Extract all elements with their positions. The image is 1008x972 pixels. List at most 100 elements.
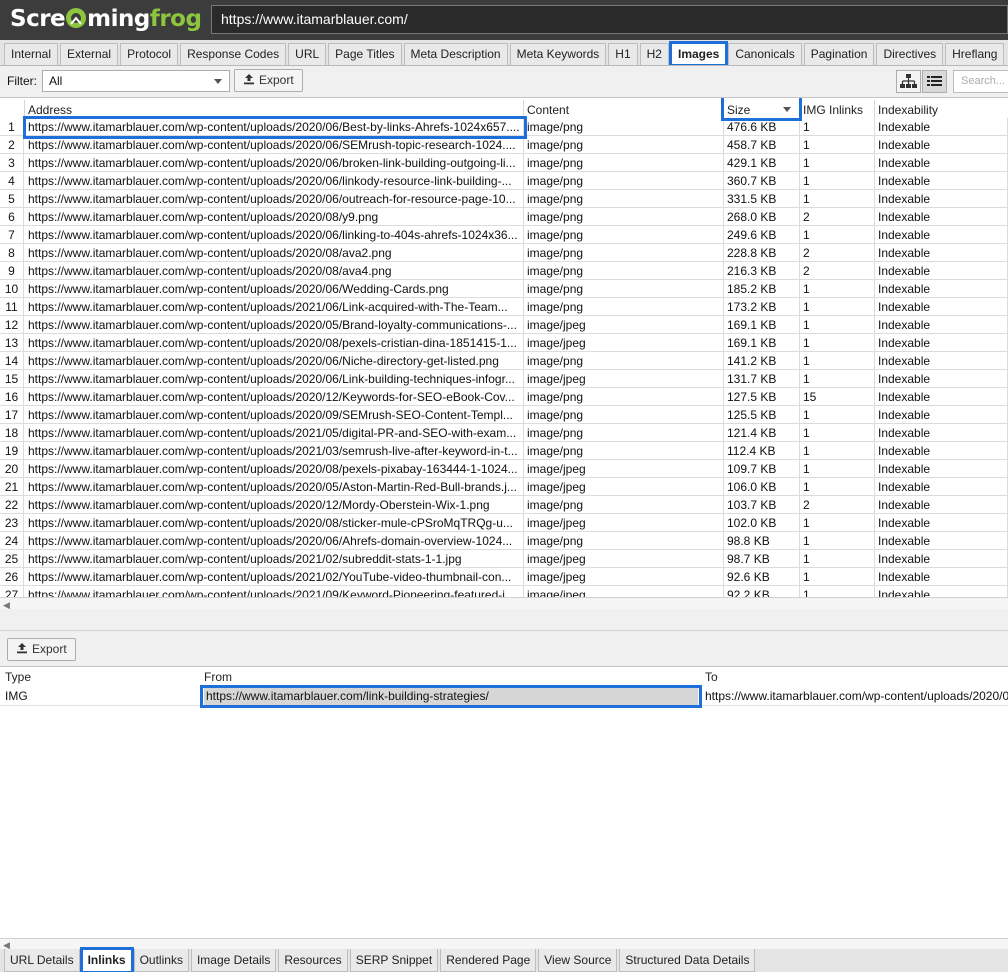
table-row[interactable]: 17 https://www.itamarblauer.com/wp-conten… xyxy=(0,406,1008,424)
table-row[interactable]: 9 https://www.itamarblauer.com/wp-content… xyxy=(0,262,1008,280)
address-cell: https://www.itamarblauer.com/wp-content/… xyxy=(25,190,524,208)
table-row[interactable]: 20 https://www.itamarblauer.com/wp-conten… xyxy=(0,460,1008,478)
tab-h1[interactable]: H1 xyxy=(608,43,638,65)
indexability-cell: Indexable xyxy=(875,226,1008,244)
size-cell: 109.7 KB xyxy=(724,460,800,478)
table-row[interactable]: 24 https://www.itamarblauer.com/wp-conten… xyxy=(0,532,1008,550)
table-row[interactable]: 1 https://www.itamarblauer.com/wp-content… xyxy=(0,118,1008,136)
tab-canonicals[interactable]: Canonicals xyxy=(728,43,802,65)
bottom-tab-rendered-page[interactable]: Rendered Page xyxy=(440,949,537,972)
tab-meta-keywords[interactable]: Meta Keywords xyxy=(509,43,607,65)
column-header-indexability[interactable]: Indexability xyxy=(875,100,1008,118)
table-row[interactable]: 8 https://www.itamarblauer.com/wp-content… xyxy=(0,244,1008,262)
table-row[interactable]: 23 https://www.itamarblauer.com/wp-conten… xyxy=(0,514,1008,532)
column-header-size[interactable]: Size xyxy=(724,100,800,118)
size-cell: 185.2 KB xyxy=(724,280,800,298)
address-cell: https://www.itamarblauer.com/wp-content/… xyxy=(25,244,524,262)
table-row[interactable]: 14 https://www.itamarblauer.com/wp-conten… xyxy=(0,352,1008,370)
bottom-tab-inlinks[interactable]: Inlinks xyxy=(79,947,134,972)
img-inlinks-cell: 1 xyxy=(800,478,875,496)
table-row[interactable]: 5 https://www.itamarblauer.com/wp-content… xyxy=(0,190,1008,208)
tree-view-button[interactable] xyxy=(896,70,921,93)
indexability-cell: Indexable xyxy=(875,478,1008,496)
table-row[interactable]: 26 https://www.itamarblauer.com/wp-conten… xyxy=(0,568,1008,586)
bottom-tab-view-source[interactable]: View Source xyxy=(538,949,618,972)
tab-pagination[interactable]: Pagination xyxy=(803,43,875,65)
column-header-img-inlinks[interactable]: IMG Inlinks xyxy=(800,100,875,118)
table-row[interactable]: 22 https://www.itamarblauer.com/wp-conten… xyxy=(0,496,1008,514)
tab-response-codes[interactable]: Response Codes xyxy=(180,43,287,65)
table-row[interactable]: 27 https://www.itamarblauer.com/wp-conten… xyxy=(0,586,1008,597)
img-inlinks-cell: 1 xyxy=(800,172,875,190)
row-number: 9 xyxy=(0,262,24,280)
column-header-content[interactable]: Content xyxy=(524,100,724,118)
bottom-tab-outlinks[interactable]: Outlinks xyxy=(133,949,189,972)
table-row[interactable]: 18 https://www.itamarblauer.com/wp-conten… xyxy=(0,424,1008,442)
table-row[interactable]: 7 https://www.itamarblauer.com/wp-content… xyxy=(0,226,1008,244)
inlink-from-url[interactable]: https://www.itamarblauer.com/link-buildi… xyxy=(204,687,698,705)
panel-splitter[interactable] xyxy=(0,609,1008,631)
horizontal-scrollbar[interactable]: ◀ xyxy=(0,597,1008,610)
table-row[interactable]: 6 https://www.itamarblauer.com/wp-content… xyxy=(0,208,1008,226)
column-header-address[interactable]: Address xyxy=(25,100,524,118)
tab-protocol[interactable]: Protocol xyxy=(120,43,179,65)
img-inlinks-cell: 1 xyxy=(800,460,875,478)
table-row[interactable]: 13 https://www.itamarblauer.com/wp-conten… xyxy=(0,334,1008,352)
tab-meta-description[interactable]: Meta Description xyxy=(403,43,508,65)
bottom-tab-structured-data-details[interactable]: Structured Data Details xyxy=(619,949,756,972)
url-input[interactable]: https://www.itamarblauer.com/ xyxy=(211,5,1008,34)
address-cell: https://www.itamarblauer.com/wp-content/… xyxy=(25,370,524,388)
content-cell: image/jpeg xyxy=(524,550,724,568)
content-cell: image/png xyxy=(524,190,724,208)
export-button[interactable]: Export xyxy=(234,69,303,92)
upload-icon xyxy=(244,74,254,85)
content-cell: image/png xyxy=(524,388,724,406)
tab-h2[interactable]: H2 xyxy=(639,43,669,65)
tab-external[interactable]: External xyxy=(60,43,119,65)
address-cell: https://www.itamarblauer.com/wp-content/… xyxy=(25,280,524,298)
column-header-type[interactable]: Type xyxy=(5,670,31,684)
table-row[interactable]: 2 https://www.itamarblauer.com/wp-content… xyxy=(0,136,1008,154)
tab-url[interactable]: URL xyxy=(288,43,327,65)
tab-page-titles[interactable]: Page Titles xyxy=(328,43,402,65)
content-cell: image/png xyxy=(524,532,724,550)
list-view-button[interactable] xyxy=(922,70,947,93)
tab-directives[interactable]: Directives xyxy=(876,43,944,65)
column-header-to[interactable]: To xyxy=(705,670,718,684)
table-row[interactable]: 3 https://www.itamarblauer.com/wp-content… xyxy=(0,154,1008,172)
table-row[interactable]: 25 https://www.itamarblauer.com/wp-conten… xyxy=(0,550,1008,568)
address-cell: https://www.itamarblauer.com/wp-content/… xyxy=(25,334,524,352)
search-input[interactable]: Search... xyxy=(953,70,1008,93)
bottom-tab-url-details[interactable]: URL Details xyxy=(4,949,80,972)
table-row[interactable]: 19 https://www.itamarblauer.com/wp-conten… xyxy=(0,442,1008,460)
lower-export-button[interactable]: Export xyxy=(7,638,76,661)
table-row[interactable]: 15 https://www.itamarblauer.com/wp-conten… xyxy=(0,370,1008,388)
address-cell: https://www.itamarblauer.com/wp-content/… xyxy=(25,208,524,226)
bottom-tab-image-details[interactable]: Image Details xyxy=(190,949,277,972)
lower-horizontal-scrollbar[interactable]: ◀ xyxy=(0,938,1008,950)
table-row[interactable]: 10 https://www.itamarblauer.com/wp-conten… xyxy=(0,280,1008,298)
table-row[interactable]: 4 https://www.itamarblauer.com/wp-content… xyxy=(0,172,1008,190)
tab-images[interactable]: Images xyxy=(668,41,729,65)
table-row[interactable]: IMG https://www.itamarblauer.com/link-bu… xyxy=(0,687,1008,706)
tab-internal[interactable]: Internal xyxy=(4,43,59,65)
filter-select[interactable]: All xyxy=(42,70,230,92)
table-row[interactable]: 11 https://www.itamarblauer.com/wp-conten… xyxy=(0,298,1008,316)
table-row[interactable]: 12 https://www.itamarblauer.com/wp-conten… xyxy=(0,316,1008,334)
row-number: 1 xyxy=(0,118,24,136)
img-inlinks-cell: 1 xyxy=(800,568,875,586)
table-row[interactable]: 16 https://www.itamarblauer.com/wp-conten… xyxy=(0,388,1008,406)
column-header-from[interactable]: From xyxy=(204,670,232,684)
address-cell: https://www.itamarblauer.com/wp-content/… xyxy=(25,316,524,334)
img-inlinks-cell: 1 xyxy=(800,316,875,334)
row-number: 6 xyxy=(0,208,24,226)
bottom-tab-serp-snippet[interactable]: SERP Snippet xyxy=(349,949,439,972)
img-inlinks-cell: 1 xyxy=(800,532,875,550)
tab-hreflang[interactable]: Hreflang xyxy=(945,43,1005,65)
img-inlinks-cell: 1 xyxy=(800,424,875,442)
table-row[interactable]: 21 https://www.itamarblauer.com/wp-conten… xyxy=(0,478,1008,496)
inlink-to-url[interactable]: https://www.itamarblauer.com/wp-content/… xyxy=(705,689,1008,703)
bottom-tab-resources[interactable]: Resources xyxy=(278,949,348,972)
size-cell: 458.7 KB xyxy=(724,136,800,154)
indexability-cell: Indexable xyxy=(875,280,1008,298)
